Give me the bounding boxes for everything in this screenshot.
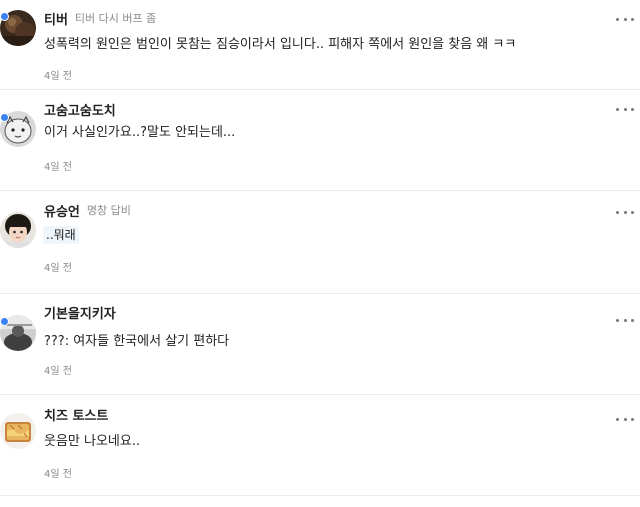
dot-icon — [631, 417, 634, 421]
dot-icon — [616, 17, 619, 21]
user-title: 명창 답비 — [86, 204, 131, 217]
comment-header: 치즈 토스트 — [44, 405, 108, 424]
comment-list: 티버 티버 다시 버프 좀 성폭력의 원인은 범인이 못참는 짐승이라서 입니다… — [0, 0, 640, 496]
dot-icon — [631, 210, 634, 214]
dot-icon — [631, 17, 634, 21]
more-options-button[interactable] — [616, 102, 634, 116]
dot-icon — [623, 107, 627, 111]
comment-header: 기본을지키자 — [44, 303, 116, 322]
comment-item: 유승언 명창 답비 ..뭐래 4일 전 — [0, 191, 640, 294]
more-options-button[interactable] — [616, 12, 634, 26]
comment-header: 티버 티버 다시 버프 좀 — [44, 9, 157, 28]
comment-item: 고숨고숨도치 이거 사실인가요..?말도 안되는데... 4일 전 — [0, 90, 640, 191]
comment-timestamp: 4일 전 — [44, 162, 72, 173]
comment-text: 성폭력의 원인은 범인이 못참는 짐승이라서 입니다.. 피해자 쪽에서 원인을… — [44, 37, 517, 52]
comment-timestamp: 4일 전 — [44, 366, 72, 377]
comment-text: 이거 사실인가요..?말도 안되는데... — [44, 125, 236, 140]
comment-item: 티버 티버 다시 버프 좀 성폭력의 원인은 범인이 못참는 짐승이라서 입니다… — [0, 0, 640, 90]
dot-icon — [623, 17, 627, 21]
dot-icon — [631, 107, 634, 111]
nickname[interactable]: 고숨고숨도치 — [44, 100, 116, 119]
comment-timestamp: 4일 전 — [44, 71, 72, 82]
dot-icon — [616, 417, 619, 421]
comment-header: 유승언 명창 답비 — [44, 201, 131, 220]
comment-header: 고숨고숨도치 — [44, 100, 116, 119]
comment-item: 치즈 토스트 웃음만 나오네요.. 4일 전 — [0, 395, 640, 496]
child-portrait-avatar-icon — [0, 212, 36, 248]
comment-timestamp: 4일 전 — [44, 263, 72, 274]
nickname[interactable]: 유승언 — [44, 201, 80, 220]
nickname[interactable]: 티버 — [44, 9, 68, 28]
new-indicator-dot — [0, 12, 9, 21]
dot-icon — [616, 107, 619, 111]
comment-text: ???: 여자들 한국에서 살기 편하다 — [44, 334, 230, 349]
comment-text: ..뭐래 — [43, 226, 79, 244]
more-options-button[interactable] — [616, 412, 634, 426]
more-options-button[interactable] — [616, 313, 634, 327]
new-indicator-dot — [0, 317, 9, 326]
user-avatar[interactable] — [0, 413, 36, 449]
dot-icon — [616, 318, 619, 322]
new-indicator-dot — [0, 113, 9, 122]
user-title: 티버 다시 버프 좀 — [74, 12, 157, 25]
cheese-toast-avatar-icon — [0, 413, 36, 449]
comment-timestamp: 4일 전 — [44, 469, 72, 480]
more-options-button[interactable] — [616, 205, 634, 219]
nickname[interactable]: 기본을지키자 — [44, 303, 116, 322]
nickname[interactable]: 치즈 토스트 — [44, 405, 108, 424]
user-avatar[interactable] — [0, 212, 36, 248]
dot-icon — [616, 210, 619, 214]
dot-icon — [631, 318, 634, 322]
dot-icon — [623, 210, 627, 214]
dot-icon — [623, 318, 627, 322]
dot-icon — [623, 417, 627, 421]
comment-text: 웃음만 나오네요.. — [44, 434, 141, 449]
comment-item: 기본을지키자 ???: 여자들 한국에서 살기 편하다 4일 전 — [0, 294, 640, 395]
